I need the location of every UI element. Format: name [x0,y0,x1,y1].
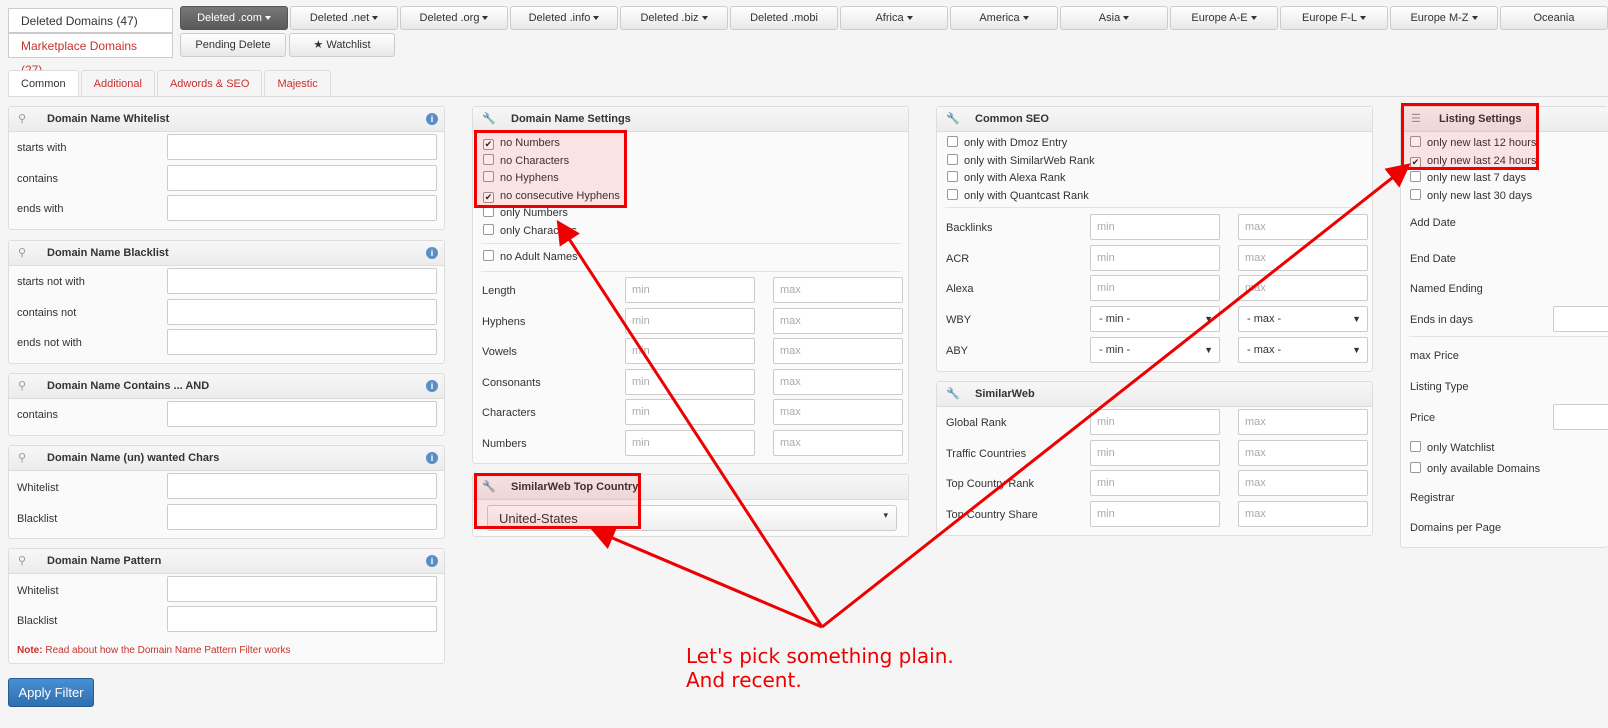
arrow-to-listing-settings [821,163,1411,629]
apply-filter-button[interactable]: Apply Filter [8,678,94,707]
annotation-line: Let's pick something plain. [686,644,954,668]
annotation-text: Let's pick something plain. And recent. [686,644,954,692]
arrow-to-top-country [590,526,823,629]
annotation-line: And recent. [686,668,802,692]
annotation-arrows [556,163,1411,629]
arrow-to-domain-settings [556,219,824,628]
